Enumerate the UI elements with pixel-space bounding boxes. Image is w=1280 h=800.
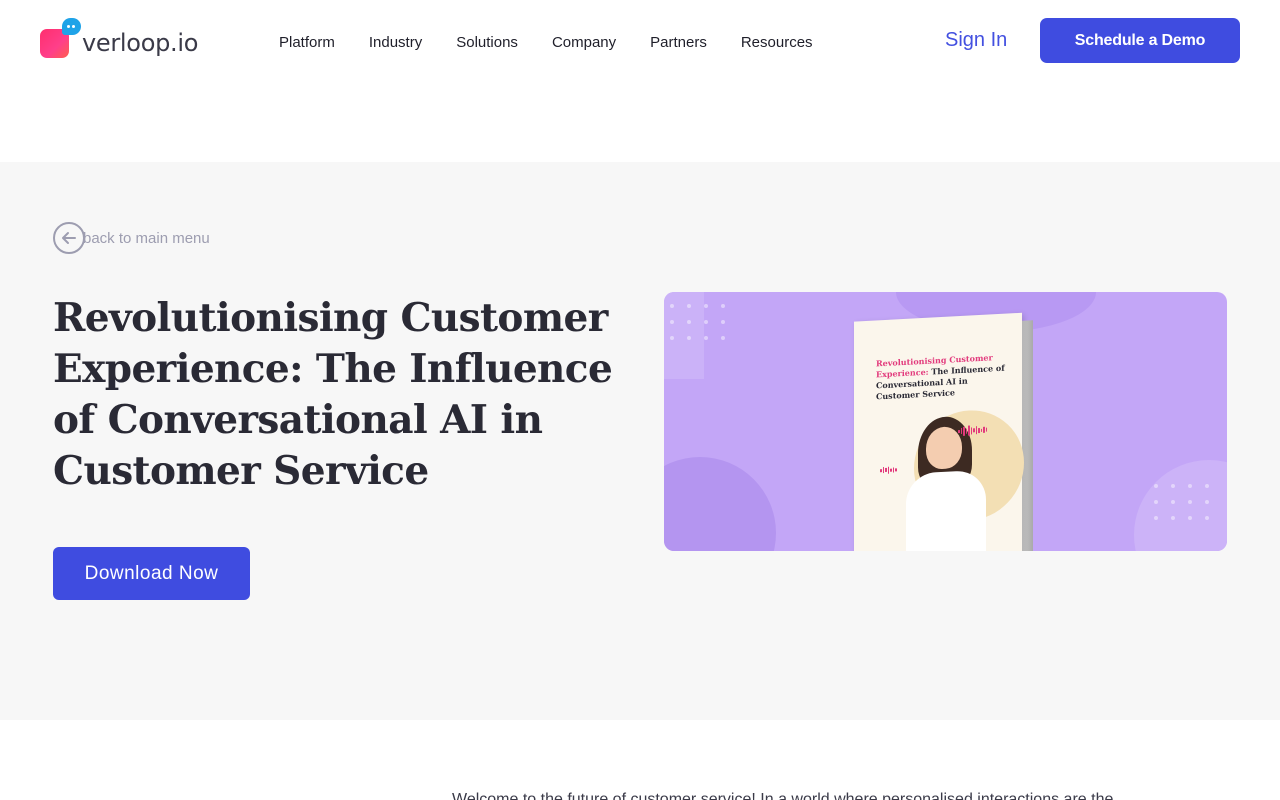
logo-mark-icon bbox=[40, 18, 81, 60]
audio-wave-icon bbox=[880, 464, 897, 475]
ebook-mockup: Revolutionising Customer Experience: The… bbox=[854, 312, 1033, 551]
ebook-cover-image: Revolutionising Customer Experience: The… bbox=[664, 292, 1227, 551]
verloop-logo[interactable]: verloop.io bbox=[40, 18, 198, 60]
page-title: Revolutionising Customer Experience: The… bbox=[53, 295, 613, 494]
site-header: verloop.io Platform Industry Solutions C… bbox=[0, 0, 1280, 162]
back-link-label: back to main menu bbox=[83, 229, 210, 247]
hero-section: back to main menu Revolutionising Custom… bbox=[0, 162, 1280, 720]
ebook-cover-title: Revolutionising Customer Experience: The… bbox=[876, 352, 1005, 402]
intro-paragraph: Welcome to the future of customer servic… bbox=[452, 791, 1114, 800]
nav-item-company[interactable]: Company bbox=[552, 34, 616, 51]
nav-item-resources[interactable]: Resources bbox=[741, 34, 813, 51]
download-now-button[interactable]: Download Now bbox=[53, 547, 250, 600]
sign-in-link[interactable]: Sign In bbox=[945, 29, 1007, 52]
nav-item-industry[interactable]: Industry bbox=[369, 34, 422, 51]
nav-item-platform[interactable]: Platform bbox=[279, 34, 335, 51]
arrow-left-icon bbox=[53, 222, 85, 254]
back-to-menu-link[interactable]: back to main menu bbox=[53, 222, 210, 254]
main-nav: Platform Industry Solutions Company Part… bbox=[279, 34, 847, 51]
audio-wave-icon bbox=[958, 425, 987, 437]
nav-item-partners[interactable]: Partners bbox=[650, 34, 707, 51]
nav-item-solutions[interactable]: Solutions bbox=[456, 34, 518, 51]
logo-text: verloop.io bbox=[82, 29, 199, 57]
schedule-demo-button[interactable]: Schedule a Demo bbox=[1040, 18, 1240, 63]
